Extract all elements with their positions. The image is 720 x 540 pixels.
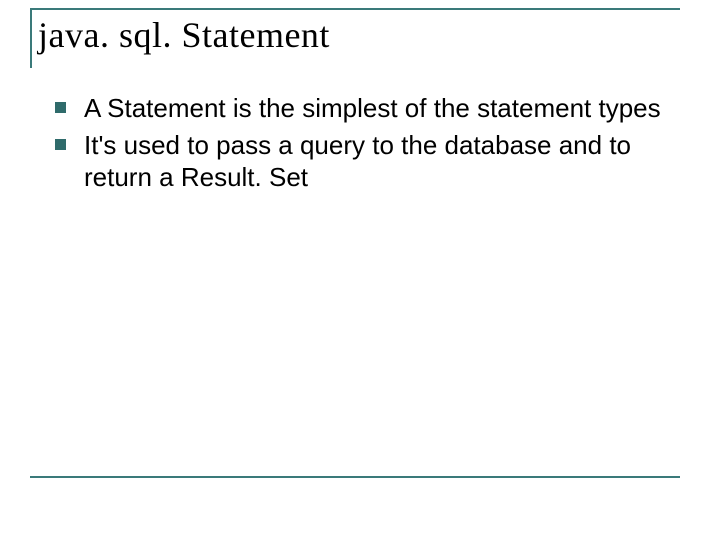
slide: java. sql. Statement A Statement is the … — [0, 0, 720, 540]
list-item: A Statement is the simplest of the state… — [55, 92, 665, 125]
footer-divider — [30, 476, 680, 478]
title-area: java. sql. Statement — [30, 8, 680, 68]
bullet-text: It's used to pass a query to the databas… — [84, 129, 665, 194]
slide-title: java. sql. Statement — [38, 16, 680, 56]
square-bullet-icon — [55, 139, 66, 150]
slide-body: A Statement is the simplest of the state… — [55, 92, 665, 198]
square-bullet-icon — [55, 102, 66, 113]
list-item: It's used to pass a query to the databas… — [55, 129, 665, 194]
bullet-text: A Statement is the simplest of the state… — [84, 92, 661, 125]
title-frame: java. sql. Statement — [30, 8, 680, 68]
